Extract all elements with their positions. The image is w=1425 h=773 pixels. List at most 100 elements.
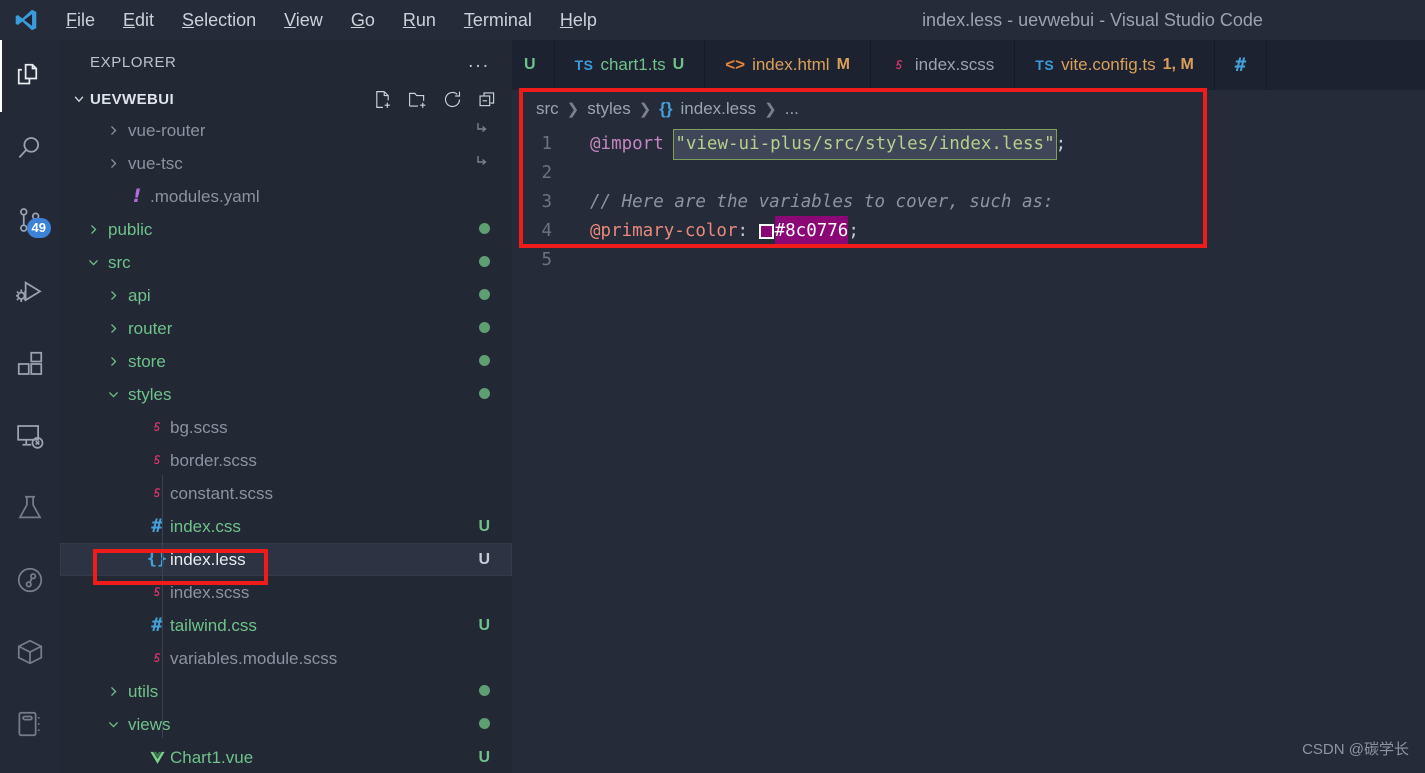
activity-source-control[interactable]: 49 <box>0 184 60 256</box>
git-ignored-icon <box>474 120 490 141</box>
tree-file-row[interactable]: index.scss <box>60 576 512 609</box>
git-ignored-icon <box>474 153 490 174</box>
tab-dirty-indicator: U <box>672 56 685 73</box>
breadcrumb-src[interactable]: src <box>536 99 559 119</box>
less-icon: {} <box>659 99 673 118</box>
code-token: @primary-color <box>590 221 738 241</box>
css-icon: # <box>1234 53 1247 76</box>
chevron-right-icon: ❯ <box>764 101 777 118</box>
menu-view[interactable]: View <box>270 0 337 40</box>
menu-bar[interactable]: File Edit Selection View Go Run Terminal… <box>52 0 611 40</box>
tree-folder-row[interactable]: styles <box>60 378 512 411</box>
tree-file-row[interactable]: border.scss <box>60 444 512 477</box>
breadcrumb-more[interactable]: ... <box>785 99 799 119</box>
refresh-icon[interactable] <box>442 89 463 110</box>
code-line-text[interactable]: @import "view-ui-plus/src/styles/index.l… <box>574 129 1066 160</box>
menu-file[interactable]: File <box>52 0 109 40</box>
tree-file-row[interactable]: bg.scss <box>60 411 512 444</box>
tree-folder-row[interactable]: src <box>60 246 512 279</box>
new-file-icon[interactable] <box>372 89 393 110</box>
menu-go[interactable]: Go <box>337 0 389 40</box>
tree-item-label: router <box>128 318 173 338</box>
menu-run[interactable]: Run <box>389 0 450 40</box>
activity-extensions[interactable] <box>0 328 60 400</box>
tab-content: <> index.html M <box>725 55 850 75</box>
chevron-right-icon: ❯ <box>638 101 652 118</box>
tree-folder-row[interactable]: utils <box>60 675 512 708</box>
tree-folder-row[interactable]: vue-tsc <box>60 147 512 180</box>
scss-icon <box>144 584 170 601</box>
tab-chart1-ts[interactable]: TS chart1.ts U <box>554 40 706 90</box>
tree-file-row[interactable]: variables.module.scss <box>60 642 512 675</box>
activity-gitlens[interactable] <box>0 544 60 616</box>
source-control-badge: 49 <box>26 218 51 238</box>
line-number: 2 <box>541 163 552 183</box>
watermark: CSDN @碳学长 <box>1302 741 1409 758</box>
tree-folder-row[interactable]: api <box>60 279 512 312</box>
chevron-right-icon <box>102 124 124 137</box>
vue-icon <box>144 749 170 766</box>
code-line-text[interactable]: // Here are the variables to cover, such… <box>574 188 1054 217</box>
collapse-all-icon[interactable] <box>477 89 498 110</box>
code-line: 5 <box>512 246 1425 275</box>
code-editor[interactable]: 1 @import "view-ui-plus/src/styles/index.… <box>512 128 1425 275</box>
tree-file-row[interactable]: ! .modules.yaml <box>60 180 512 213</box>
tab-index-scss[interactable]: index.scss <box>870 40 1016 90</box>
activity-package-explorer[interactable] <box>0 616 60 688</box>
menu-terminal[interactable]: Terminal <box>450 0 546 40</box>
tree-file-row[interactable]: # index.css U <box>60 510 512 543</box>
code-line: 1 @import "view-ui-plus/src/styles/index.… <box>512 129 1425 160</box>
tree-item-label: api <box>128 285 151 305</box>
git-status-badge: U <box>478 550 490 568</box>
chevron-down-icon <box>102 388 124 401</box>
tab-label: vite.config.ts <box>1061 55 1156 74</box>
tab-vite-config[interactable]: TS vite.config.ts 1, M <box>1015 40 1215 90</box>
code-line: 4 @primary-color: #8c0776; <box>512 216 1425 247</box>
project-section-header[interactable]: UEVWEBUI <box>60 84 512 114</box>
breadcrumb-styles[interactable]: styles <box>587 99 630 119</box>
git-modified-dot-icon <box>479 254 490 272</box>
menu-help[interactable]: Help <box>546 0 611 40</box>
tree-folder-row[interactable]: router <box>60 312 512 345</box>
tree-file-row[interactable]: constant.scss <box>60 477 512 510</box>
tree-item-label: styles <box>128 384 172 404</box>
tree-item-label: index.less <box>170 549 246 569</box>
scss-icon <box>144 650 170 667</box>
code-token: ; <box>848 221 859 241</box>
tab-css-partial[interactable]: # <box>1214 40 1268 90</box>
tree-folder-row[interactable]: public <box>60 213 512 246</box>
tree-file-row[interactable]: {} index.less U <box>60 543 512 576</box>
menu-edit[interactable]: Edit <box>109 0 168 40</box>
tree-item-label: public <box>108 219 153 239</box>
explorer-title: EXPLORER <box>90 53 177 71</box>
code-line-text[interactable]: @primary-color: #8c0776; <box>574 216 859 247</box>
tree-item-label: index.scss <box>170 582 250 602</box>
activity-explorer[interactable] <box>0 40 60 112</box>
tab-index-html[interactable]: <> index.html M <box>705 40 871 90</box>
tab-content: # <box>1234 53 1247 76</box>
partial-left-tab[interactable]: U <box>512 40 555 90</box>
breadcrumb-index-less[interactable]: index.less <box>681 99 757 119</box>
menu-selection[interactable]: Selection <box>168 0 270 40</box>
git-modified-dot-icon <box>479 386 490 404</box>
files-icon <box>15 61 45 91</box>
tree-file-row[interactable]: Chart1.vue U <box>60 741 512 773</box>
activity-remote-explorer[interactable] <box>0 400 60 472</box>
activity-search[interactable] <box>0 112 60 184</box>
activity-run-and-debug[interactable] <box>0 256 60 328</box>
activity-testing[interactable] <box>0 472 60 544</box>
new-folder-icon[interactable] <box>407 89 428 110</box>
tree-folder-row[interactable]: store <box>60 345 512 378</box>
explorer-more-actions-icon[interactable]: ... <box>468 52 490 71</box>
tree-file-row[interactable]: # tailwind.css U <box>60 609 512 642</box>
search-icon <box>15 133 45 163</box>
activity-todo-notebook[interactable] <box>0 688 60 760</box>
tree-folder-row[interactable]: vue-router <box>60 114 512 147</box>
chevron-right-icon <box>102 355 124 368</box>
tree-folder-row[interactable]: views <box>60 708 512 741</box>
color-swatch-icon[interactable] <box>758 224 774 239</box>
breadcrumb[interactable]: src ❯ styles ❯ {} index.less ❯ ... <box>512 90 1425 128</box>
code-line: 3 // Here are the variables to cover, suc… <box>512 188 1425 217</box>
package-icon <box>15 637 45 667</box>
line-number: 1 <box>541 134 552 154</box>
